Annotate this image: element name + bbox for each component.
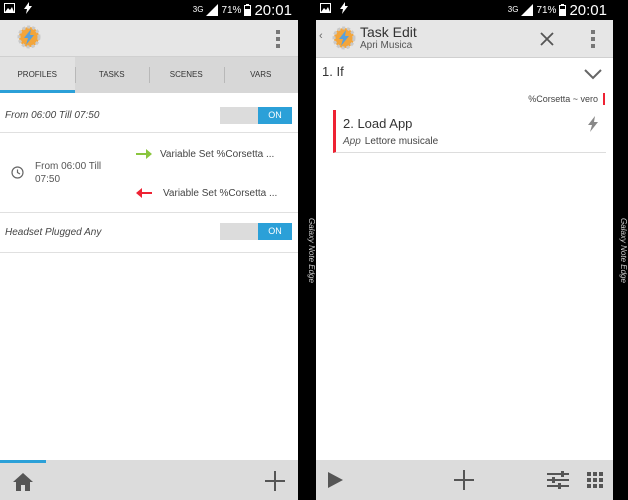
profile-toggle[interactable]: ON: [220, 223, 292, 240]
time-context[interactable]: From 06:00 Till 07:50: [35, 160, 125, 186]
network-type: 3G: [192, 5, 204, 14]
play-icon[interactable]: [326, 471, 344, 489]
arg-value: Lettore musicale: [364, 136, 439, 147]
signal-icon: [521, 4, 534, 16]
battery-icon: [559, 4, 567, 16]
tab-vars[interactable]: VARS: [223, 57, 299, 93]
clock: 20:01: [569, 1, 607, 19]
tab-tasks[interactable]: TASKS: [74, 57, 150, 93]
signal-icon: [206, 4, 219, 16]
exit-arrow-icon: [136, 188, 152, 198]
toggle-on-label: ON: [258, 107, 292, 124]
flash-icon: [24, 2, 32, 14]
plus-icon[interactable]: [264, 470, 286, 492]
action-item[interactable]: 2. Load App App Lettore musicale: [333, 110, 606, 153]
battery-percent: 71%: [536, 4, 557, 16]
chevron-down-icon[interactable]: [583, 68, 603, 80]
toggle-on-label: ON: [258, 223, 292, 240]
gallery-icon: [320, 3, 331, 13]
filter-icon[interactable]: [547, 470, 569, 490]
if-action[interactable]: 1. If: [322, 64, 344, 79]
enter-arrow-icon: [136, 149, 152, 159]
flash-icon: [340, 2, 348, 14]
page-title: Task Edit: [360, 24, 417, 40]
overflow-menu-icon[interactable]: [276, 30, 280, 51]
edge-label: Galaxy Note Edge: [307, 217, 316, 283]
exit-task[interactable]: Variable Set %Corsetta ...: [163, 188, 277, 199]
tab-profiles[interactable]: PROFILES: [0, 57, 75, 93]
status-bar: 3G 71% 20:01: [316, 0, 613, 20]
battery-percent: 71%: [221, 4, 242, 16]
clock: 20:01: [254, 1, 292, 19]
battery-icon: [244, 4, 252, 16]
app-bar: ‹ Task Edit Apri Musica: [316, 20, 613, 58]
tab-bar: PROFILES TASKS SCENES VARS: [0, 57, 298, 93]
home-icon[interactable]: [12, 472, 34, 492]
gallery-icon: [4, 3, 15, 13]
tasker-logo-icon[interactable]: [331, 25, 357, 51]
condition-text: %Corsetta ~ vero: [528, 93, 605, 105]
profile-title: From 06:00 Till 07:50: [5, 110, 100, 121]
network-type: 3G: [507, 5, 519, 14]
task-edit-screen: 3G 71% 20:01 ‹ Task Edit Apri Musica 1. …: [316, 0, 613, 500]
enter-task[interactable]: Variable Set %Corsetta ...: [160, 149, 274, 160]
plus-icon[interactable]: [453, 469, 475, 491]
edge-label: Galaxy Note Edge: [619, 217, 628, 283]
action-argument: App Lettore musicale: [343, 136, 438, 147]
back-chevron-icon[interactable]: ‹: [319, 30, 323, 42]
clock-icon: [11, 166, 24, 179]
action-title: 2. Load App: [343, 116, 413, 131]
bottom-bar: [316, 460, 613, 500]
status-bar: 3G 71% 20:01: [0, 0, 298, 20]
grid-icon[interactable]: [587, 472, 603, 488]
tab-scenes[interactable]: SCENES: [149, 57, 224, 93]
profiles-screen: 3G 71% 20:01 PROFILES TASKS SCENES VARS …: [0, 0, 298, 500]
overflow-menu-icon[interactable]: [591, 30, 595, 51]
profile-row[interactable]: From 06:00 Till 07:50 ON: [0, 98, 298, 133]
bottom-bar: [0, 460, 298, 500]
profile-title: Headset Plugged Any: [5, 227, 102, 238]
progress-indicator: [0, 460, 46, 463]
profile-row[interactable]: Headset Plugged Any ON: [0, 213, 298, 253]
page-subtitle: Apri Musica: [360, 40, 413, 51]
arg-label: App: [343, 136, 361, 147]
app-bar: [0, 20, 298, 57]
profile-toggle[interactable]: ON: [220, 107, 292, 124]
close-icon[interactable]: [539, 31, 555, 47]
tasker-logo-icon[interactable]: [16, 24, 42, 50]
flash-icon: [588, 116, 598, 132]
